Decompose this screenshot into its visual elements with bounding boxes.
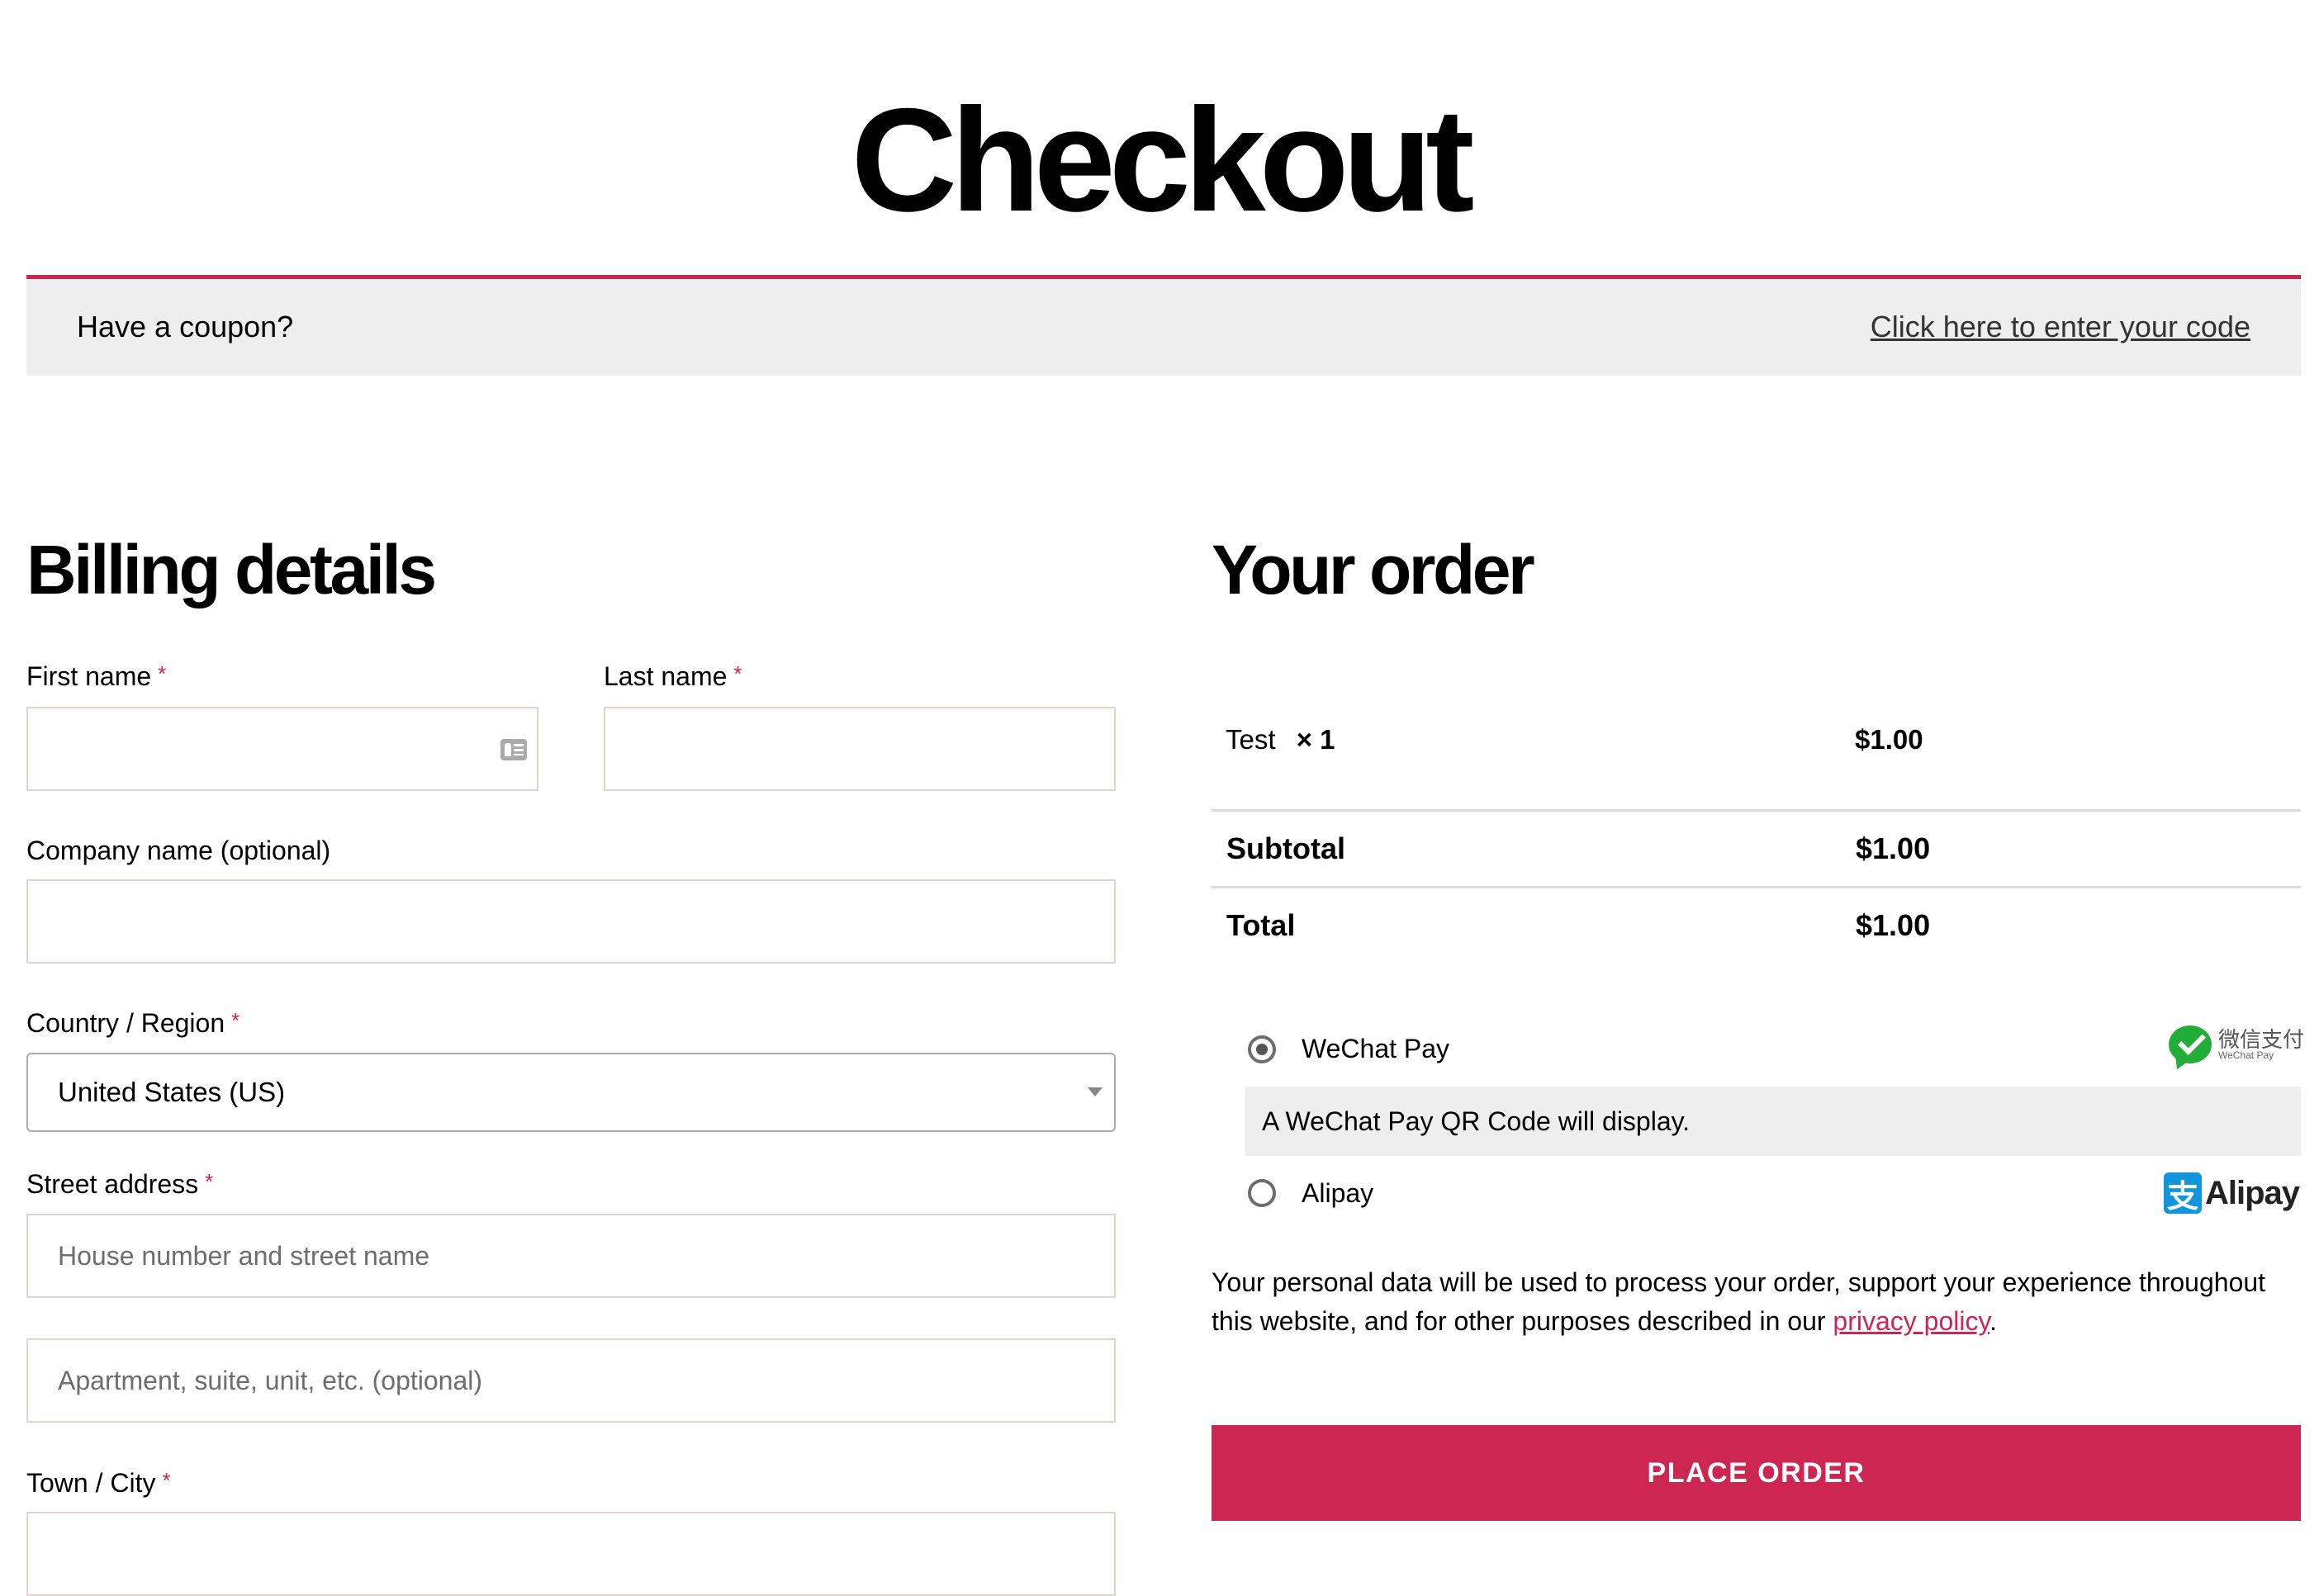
order-heading: Your order — [1212, 531, 1535, 609]
coupon-prompt: Have a coupon? — [77, 310, 294, 343]
order-item-price: $1.00 — [1855, 724, 1923, 755]
country-select[interactable]: United States (US) — [26, 1053, 1116, 1132]
privacy-notice: Your personal data will be used to proce… — [1212, 1263, 2301, 1341]
subtotal-label: Subtotal — [1226, 831, 1345, 865]
divider — [1212, 809, 2301, 812]
country-label: Country / Region * — [26, 1008, 239, 1039]
billing-heading: Billing details — [26, 531, 437, 609]
last-name-label-text: Last name — [604, 661, 728, 691]
alipay-radio[interactable] — [1248, 1179, 1276, 1207]
required-marker: * — [733, 661, 742, 686]
order-item-row: Test × 1 — [1226, 724, 1335, 755]
privacy-policy-link[interactable]: privacy policy — [1833, 1306, 1989, 1336]
street-address-line1-input[interactable]: House number and street name — [26, 1214, 1116, 1298]
total-label: Total — [1226, 908, 1296, 942]
company-label: Company name (optional) — [26, 836, 331, 865]
street-address-line2-input[interactable]: Apartment, suite, unit, etc. (optional) — [26, 1338, 1116, 1423]
country-value: United States (US) — [58, 1077, 286, 1107]
privacy-suffix: . — [1989, 1306, 1997, 1336]
divider — [1212, 886, 2301, 888]
city-label: Town / City * — [26, 1468, 171, 1499]
required-marker: * — [162, 1468, 171, 1493]
street-label-text: Street address — [26, 1169, 199, 1199]
wechat-pay-label[interactable]: WeChat Pay — [1302, 1034, 1449, 1064]
chevron-down-icon — [1088, 1087, 1103, 1096]
city-input[interactable] — [26, 1512, 1116, 1596]
city-label-text: Town / City — [26, 1468, 156, 1498]
street-label: Street address * — [26, 1169, 213, 1200]
street-line1-placeholder: House number and street name — [58, 1240, 430, 1271]
contact-card-icon[interactable] — [500, 739, 527, 760]
subtotal-value: $1.00 — [1856, 831, 1931, 865]
total-value: $1.00 — [1856, 908, 1931, 942]
first-name-input[interactable] — [26, 707, 538, 791]
alipay-icon: 支 — [2164, 1172, 2202, 1215]
first-name-label-text: First name — [26, 661, 152, 691]
wechat-pay-description: A WeChat Pay QR Code will display. — [1262, 1106, 1691, 1136]
order-item-quantity: × 1 — [1296, 724, 1335, 755]
wechat-pay-description-box: A WeChat Pay QR Code will display. — [1245, 1087, 2301, 1156]
privacy-text: Your personal data will be used to proce… — [1212, 1267, 2266, 1336]
alipay-logo: 支 Alipay — [2164, 1172, 2300, 1215]
street-line2-placeholder: Apartment, suite, unit, etc. (optional) — [58, 1365, 483, 1395]
wechat-pay-logo: 微信支付 WeChat Pay — [2169, 1025, 2304, 1063]
place-order-button[interactable]: PLACE ORDER — [1212, 1425, 2301, 1521]
required-marker: * — [231, 1008, 240, 1033]
alipay-logo-text: Alipay — [2205, 1174, 2300, 1211]
order-item-name: Test — [1226, 724, 1276, 755]
coupon-notice: Have a coupon? Click here to enter your … — [26, 275, 2301, 376]
wechat-logo-cn: 微信支付 — [2218, 1027, 2305, 1052]
last-name-input[interactable] — [604, 707, 1116, 791]
required-marker: * — [205, 1169, 214, 1194]
wechat-icon — [2169, 1025, 2212, 1063]
page-title: Checkout — [851, 78, 1475, 243]
last-name-label: Last name * — [604, 661, 742, 692]
company-input[interactable] — [26, 879, 1116, 964]
required-marker: * — [158, 661, 167, 686]
alipay-label[interactable]: Alipay — [1302, 1178, 1373, 1209]
country-label-text: Country / Region — [26, 1008, 225, 1038]
enter-coupon-link[interactable]: Click here to enter your code — [1871, 310, 2250, 344]
wechat-pay-radio[interactable] — [1248, 1035, 1276, 1063]
first-name-label: First name * — [26, 661, 166, 692]
